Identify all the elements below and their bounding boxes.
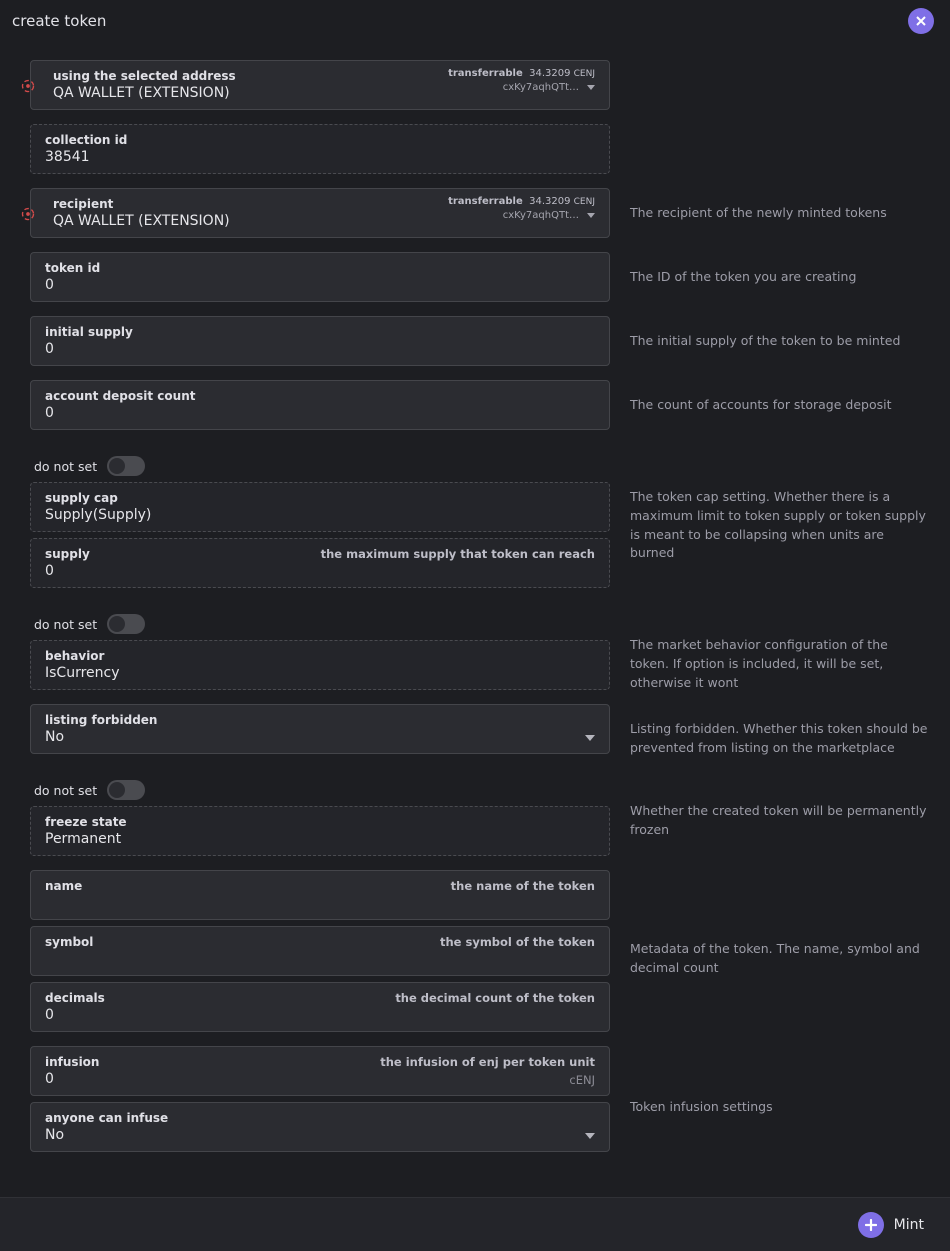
infusion-hint: the infusion of enj per token unit [380,1055,595,1069]
collection-id-label: collection id [45,133,595,147]
recipient-desc: The recipient of the newly minted tokens [630,188,930,223]
freeze-state-label: freeze state [45,815,595,829]
freeze-state-value: Permanent [45,831,595,847]
decimals-hint: the decimal count of the token [395,991,595,1005]
do-not-set-label: do not set [34,617,97,632]
supply-cap-desc: The token cap setting. Whether there is … [630,444,930,563]
close-button[interactable] [908,8,934,34]
token-id-field[interactable]: token id 0 [30,252,610,302]
infusion-unit: cENJ [569,1073,595,1087]
balance-value: 34.3209 [529,68,570,79]
symbol-hint: the symbol of the token [440,935,595,949]
behavior-desc: The market behavior configuration of the… [630,602,930,692]
token-id-value: 0 [45,277,595,293]
target-icon [17,203,39,225]
supply-cap-value: Supply(Supply) [45,507,595,523]
anyone-infuse-value: No [45,1127,595,1143]
account-deposit-field[interactable]: account deposit count 0 [30,380,610,430]
do-not-set-label: do not set [34,459,97,474]
supply-value: 0 [45,563,595,579]
close-icon [915,15,927,27]
balance-info: transferrable 34.3209 CENJ cxKy7aqhQTt… [448,195,595,222]
mint-button[interactable]: Mint [858,1212,924,1238]
using-address-field[interactable]: using the selected address QA WALLET (EX… [30,60,610,110]
short-address: cxKy7aqhQTt… [503,81,579,94]
supply-cap-label: supply cap [45,491,595,505]
initial-supply-desc: The initial supply of the token to be mi… [630,316,930,351]
behavior-field[interactable]: behavior IsCurrency [30,640,610,690]
name-field[interactable]: name the name of the token [30,870,610,920]
freeze-state-toggle[interactable] [107,780,145,800]
collection-id-field: collection id 38541 [30,124,610,174]
supply-cap-toggle[interactable] [107,456,145,476]
ticker: CENJ [574,69,595,79]
freeze-state-field[interactable]: freeze state Permanent [30,806,610,856]
infusion-desc: Token infusion settings [630,1046,930,1117]
listing-forbidden-label: listing forbidden [45,713,595,727]
decimals-field[interactable]: decimals the decimal count of the token … [30,982,610,1032]
page-title: create token [12,12,106,30]
infusion-value: 0 [45,1071,595,1087]
do-not-set-label: do not set [34,783,97,798]
supply-hint: the maximum supply that token can reach [321,547,595,561]
initial-supply-value: 0 [45,341,595,357]
decimals-value: 0 [45,1007,595,1023]
collection-id-value: 38541 [45,149,595,165]
token-id-desc: The ID of the token you are creating [630,252,930,287]
chevron-down-icon[interactable] [587,85,595,90]
anyone-infuse-label: anyone can infuse [45,1111,595,1125]
initial-supply-label: initial supply [45,325,595,339]
chevron-down-icon[interactable] [585,1133,595,1139]
plus-icon [858,1212,884,1238]
account-deposit-value: 0 [45,405,595,421]
name-hint: the name of the token [451,879,595,893]
footer: Mint [0,1197,950,1251]
metadata-desc: Metadata of the token. The name, symbol … [630,870,930,978]
listing-forbidden-field[interactable]: listing forbidden No [30,704,610,754]
infusion-field[interactable]: infusion the infusion of enj per token u… [30,1046,610,1096]
mint-label: Mint [894,1217,924,1233]
freeze-state-desc: Whether the created token will be perman… [630,768,930,840]
target-icon [17,75,39,97]
supply-cap-field[interactable]: supply cap Supply(Supply) [30,482,610,532]
supply-field[interactable]: supply the maximum supply that token can… [30,538,610,588]
initial-supply-field[interactable]: initial supply 0 [30,316,610,366]
token-id-label: token id [45,261,595,275]
balance-info: transferrable 34.3209 CENJ cxKy7aqhQTt… [448,67,595,94]
chevron-down-icon[interactable] [585,735,595,741]
listing-forbidden-desc: Listing forbidden. Whether this token sh… [630,704,930,758]
account-deposit-desc: The count of accounts for storage deposi… [630,380,930,415]
symbol-field[interactable]: symbol the symbol of the token [30,926,610,976]
anyone-infuse-field[interactable]: anyone can infuse No [30,1102,610,1152]
account-deposit-label: account deposit count [45,389,595,403]
behavior-value: IsCurrency [45,665,595,681]
behavior-toggle[interactable] [107,614,145,634]
recipient-field[interactable]: recipient QA WALLET (EXTENSION) transfer… [30,188,610,238]
listing-forbidden-value: No [45,729,595,745]
chevron-down-icon[interactable] [587,213,595,218]
behavior-label: behavior [45,649,595,663]
transferrable-label: transferrable [448,68,523,79]
